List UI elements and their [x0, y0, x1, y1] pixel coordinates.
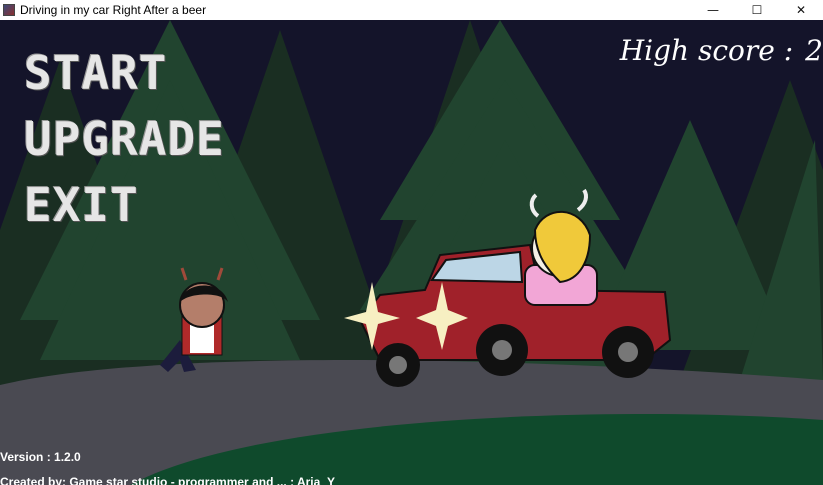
upgrade-button[interactable]: UPGRADE	[24, 116, 225, 162]
credits-label: Created by: Game star studio - programme…	[0, 475, 335, 485]
start-button[interactable]: START	[24, 50, 225, 96]
main-menu: START UPGRADE EXIT	[24, 50, 225, 248]
high-score-value: 2	[805, 34, 823, 67]
window-title: Driving in my car Right After a beer	[20, 3, 207, 17]
window-controls: — ☐ ✕	[691, 0, 823, 20]
high-score: High score : 2	[620, 34, 823, 67]
exit-button[interactable]: EXIT	[24, 182, 225, 228]
version-label: Version : 1.2.0	[0, 450, 81, 464]
app-icon	[3, 4, 15, 16]
high-score-label: High score :	[619, 34, 794, 67]
close-button[interactable]: ✕	[779, 0, 823, 20]
window-titlebar: Driving in my car Right After a beer — ☐…	[0, 0, 823, 20]
minimize-button[interactable]: —	[691, 0, 735, 20]
maximize-button[interactable]: ☐	[735, 0, 779, 20]
game-scene: START UPGRADE EXIT High score : 2 Version…	[0, 20, 823, 485]
